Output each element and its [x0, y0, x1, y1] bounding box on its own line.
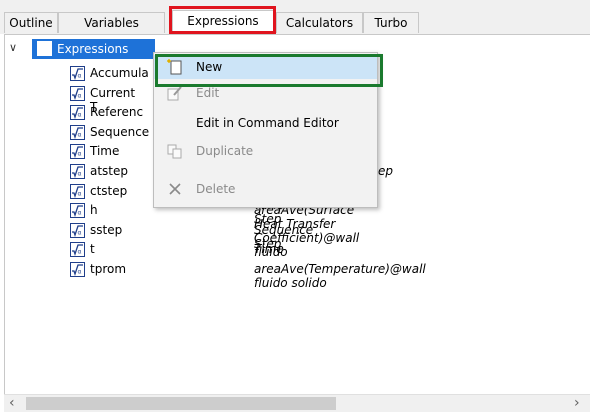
- menu-item-label: Duplicate: [196, 144, 254, 158]
- svg-text:α: α: [78, 151, 82, 158]
- menu-item-delete: Delete: [154, 177, 377, 201]
- expression-name: Sequence: [90, 125, 150, 139]
- menu-item-duplicate: Duplicate: [154, 139, 377, 163]
- expression-value: Time: [254, 242, 284, 256]
- svg-text:α: α: [78, 73, 82, 80]
- horizontal-scrollbar[interactable]: ‹ ›: [4, 394, 590, 412]
- tab-outline[interactable]: Outline: [4, 12, 58, 33]
- menu-item-label: Edit in Command Editor: [196, 116, 339, 130]
- expression-icon: α: [70, 164, 85, 179]
- context-menu: New Edit Edit in Command Editor Duplicat…: [153, 52, 378, 208]
- tree-root-label[interactable]: Expressions: [57, 42, 128, 56]
- expression-icon: α: [70, 144, 85, 159]
- expression-name: Referenc: [90, 105, 144, 119]
- new-icon: [166, 59, 184, 75]
- expression-name: Time: [90, 144, 120, 158]
- expression-value: areaAve(Temperature)@wall fluido solido: [254, 262, 426, 290]
- expression-icon: α: [70, 223, 85, 238]
- svg-text:α: α: [45, 48, 49, 55]
- expression-icon: α: [70, 105, 85, 120]
- svg-text:α: α: [78, 171, 82, 178]
- svg-text:α: α: [78, 112, 82, 119]
- tab-bar: Outline Variables Expressions Calculator…: [0, 0, 590, 34]
- scroll-left-icon[interactable]: ‹: [9, 395, 15, 412]
- tab-variables[interactable]: Variables: [58, 12, 165, 33]
- svg-text:α: α: [78, 230, 82, 237]
- delete-icon: [166, 181, 184, 197]
- expression-name: h: [90, 203, 98, 217]
- expression-icon: α: [70, 242, 85, 257]
- expression-icon: α: [70, 262, 85, 277]
- expression-name: atstep: [90, 164, 129, 178]
- svg-text:α: α: [78, 191, 82, 198]
- expression-icon: α: [70, 203, 85, 218]
- menu-item-label: New: [196, 60, 223, 74]
- scroll-right-icon[interactable]: ›: [574, 395, 580, 412]
- expression-name: t: [90, 242, 95, 256]
- tab-turbo[interactable]: Turbo: [363, 12, 419, 33]
- menu-item-label: Edit: [196, 86, 220, 100]
- expression-name: sstep: [90, 223, 123, 237]
- svg-text:α: α: [78, 269, 82, 276]
- chevron-down-icon[interactable]: ∨: [9, 41, 17, 54]
- svg-text:α: α: [78, 249, 82, 256]
- expression-value: ep: [378, 164, 393, 178]
- menu-item-edit: Edit: [154, 81, 377, 105]
- expression-icon: α: [70, 184, 85, 199]
- tab-calculators[interactable]: Calculators: [276, 12, 363, 33]
- expression-folder-icon: α: [37, 41, 52, 56]
- expression-name: Accumula: [90, 66, 149, 80]
- expression-icon: α: [70, 125, 85, 140]
- expression-icon: α: [70, 86, 85, 101]
- menu-item-label: Delete: [196, 182, 236, 196]
- menu-item-new[interactable]: New: [154, 55, 377, 79]
- expression-icon: α: [70, 66, 85, 81]
- svg-text:α: α: [78, 93, 82, 100]
- svg-text:α: α: [78, 132, 82, 139]
- scrollbar-thumb[interactable]: [26, 397, 336, 410]
- expression-name: tprom: [90, 262, 127, 276]
- expression-name: ctstep: [90, 184, 128, 198]
- menu-item-edit-in-command-editor[interactable]: Edit in Command Editor: [154, 111, 377, 135]
- svg-text:α: α: [78, 210, 82, 217]
- tab-expressions[interactable]: Expressions: [172, 10, 274, 33]
- edit-icon: [166, 85, 184, 101]
- duplicate-icon: [166, 143, 184, 159]
